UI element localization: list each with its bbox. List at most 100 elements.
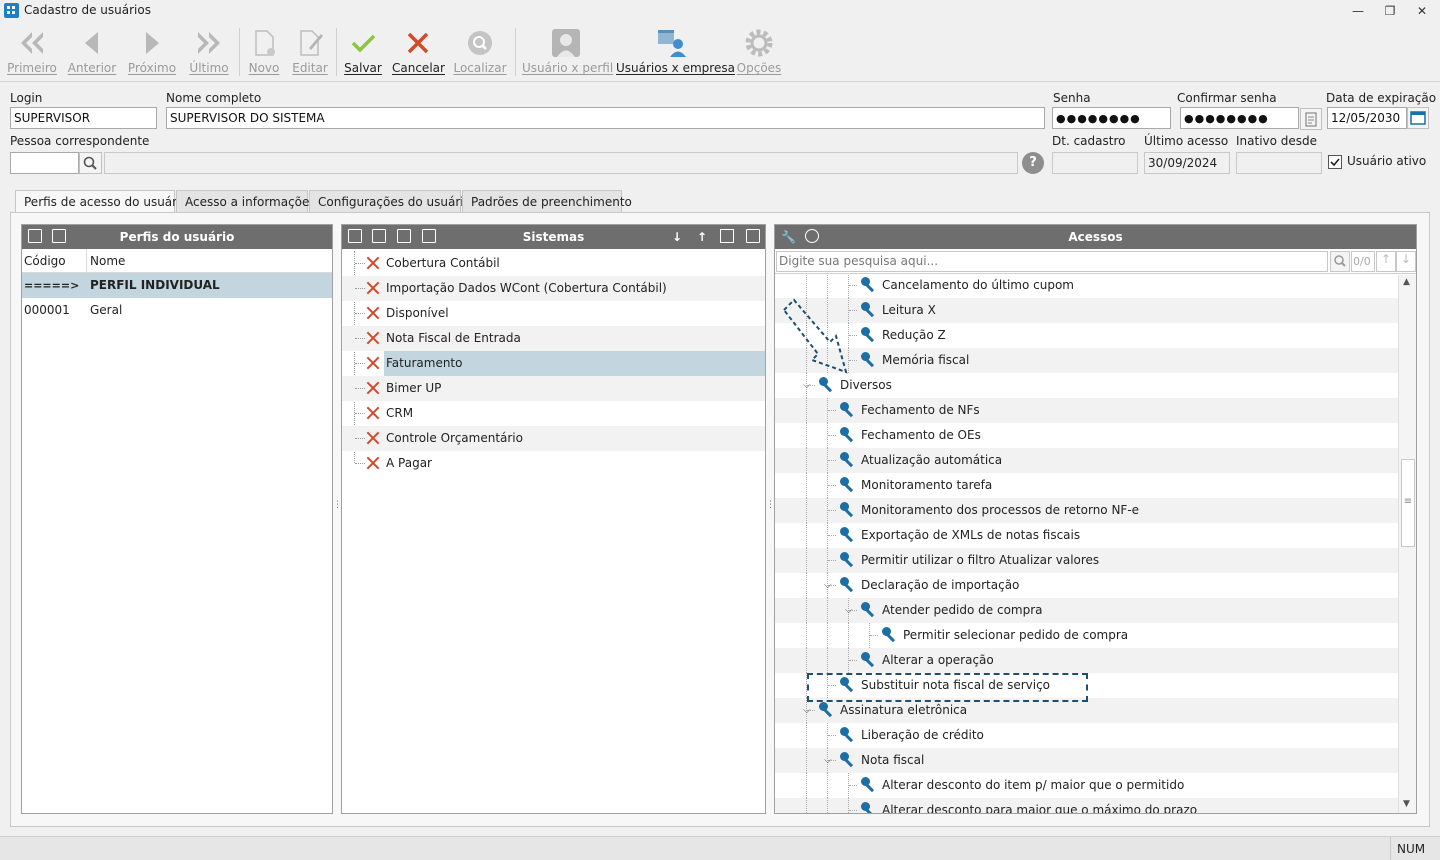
save-button[interactable]: Salvar [342, 28, 384, 80]
tree-item[interactable]: Permitir utilizar o filtro Atualizar val… [775, 548, 1398, 573]
tree-item[interactable]: Memória fiscal [775, 348, 1398, 373]
tree-item[interactable]: Alterar a operação [775, 648, 1398, 673]
tree-item[interactable]: Cancelamento do último cupom [775, 275, 1398, 298]
clipboard-button[interactable] [1300, 108, 1322, 130]
scrollbar-thumb[interactable]: ≡ [1401, 459, 1415, 547]
access-search-input[interactable]: Digite sua pesquisa aqui... [776, 251, 1328, 272]
tree-item[interactable]: ⌵ Nota fiscal [775, 748, 1398, 773]
search-button[interactable] [1330, 251, 1350, 272]
denied-x-icon[interactable] [366, 256, 380, 270]
find-button[interactable]: Localizar [452, 28, 508, 80]
next-result-icon[interactable]: ↓ [1396, 251, 1416, 272]
tab-user-settings[interactable]: Configurações do usuário [309, 190, 471, 213]
tab-info-access[interactable]: Acesso a informações [176, 190, 316, 213]
denied-x-icon[interactable] [366, 331, 380, 345]
remove-icon[interactable] [52, 229, 66, 243]
table-row[interactable]: =====> PERFIL INDIVIDUAL [22, 273, 332, 298]
calendar-button[interactable] [1407, 107, 1429, 129]
list-item[interactable]: Cobertura Contábil [342, 251, 765, 276]
edit-button[interactable]: Editar [290, 28, 330, 80]
list-item[interactable]: A Pagar [342, 451, 765, 476]
denied-x-icon[interactable] [366, 281, 380, 295]
list-item[interactable]: Importação Dados WCont (Cobertura Contáb… [342, 276, 765, 301]
user-profile-button[interactable]: Usuário x perfil [522, 28, 613, 80]
fullname-input[interactable]: SUPERVISOR DO SISTEMA [166, 107, 1045, 129]
folders-icon[interactable] [746, 229, 760, 243]
last-button[interactable]: Último [184, 28, 234, 80]
denied-x-icon[interactable] [366, 381, 380, 395]
scrollbar[interactable]: ▲ ≡ ▼ [1398, 275, 1416, 813]
minimize-button[interactable]: — [1348, 2, 1368, 20]
tree-item[interactable]: Monitoramento dos processos de retorno N… [775, 498, 1398, 523]
login-input[interactable]: SUPERVISOR [10, 107, 157, 129]
tree-item[interactable]: Alterar desconto do item p/ maior que o … [775, 773, 1398, 798]
tree-item[interactable]: Fechamento de NFs [775, 398, 1398, 423]
list-item[interactable]: Nota Fiscal de Entrada [342, 326, 765, 351]
tree-item[interactable]: ⌵ Atender pedido de compra [775, 598, 1398, 623]
folder-icon[interactable] [720, 229, 734, 243]
tree-item[interactable]: Leitura X [775, 298, 1398, 323]
list-item[interactable]: Faturamento [342, 351, 765, 376]
arrow-up-icon[interactable]: ↑ [697, 225, 707, 249]
tree-item[interactable]: Liberação de crédito [775, 723, 1398, 748]
edit-icon[interactable] [372, 229, 386, 243]
arrow-down-icon[interactable]: ↓ [672, 225, 682, 249]
list-item[interactable]: Bimer UP [342, 376, 765, 401]
scroll-down-icon[interactable]: ▼ [1403, 799, 1410, 809]
tree-item[interactable]: Redução Z [775, 323, 1398, 348]
active-checkbox[interactable] [1328, 155, 1342, 169]
search-icon [83, 156, 97, 170]
no-entry-icon[interactable] [805, 229, 819, 243]
wrench-icon[interactable]: 🔧 [781, 225, 796, 249]
tree-item[interactable]: ⌵ Diversos [775, 373, 1398, 398]
tab-access-profiles[interactable]: Perfis de acesso do usuário [15, 190, 188, 214]
help-icon[interactable]: ? [1022, 152, 1044, 174]
tree-item[interactable]: Exportação de XMLs de notas fiscais [775, 523, 1398, 548]
previous-result-icon[interactable]: ↑ [1376, 251, 1396, 272]
restore-button[interactable]: ❐ [1380, 2, 1400, 20]
person-code-input[interactable] [10, 152, 79, 174]
splitter-handle-left[interactable]: ⋮ [333, 500, 342, 538]
close-window-button[interactable]: ✕ [1412, 2, 1432, 20]
chevron-down-icon[interactable]: ⌵ [824, 748, 834, 773]
profiles-column-header: Código Nome [22, 249, 332, 273]
tree-item[interactable]: ⌵ Declaração de importação [775, 573, 1398, 598]
status-bar: NUM [0, 836, 1440, 860]
denied-x-icon[interactable] [366, 431, 380, 445]
list-item[interactable]: CRM [342, 401, 765, 426]
tree-item[interactable]: Permitir selecionar pedido de compra [775, 623, 1398, 648]
splitter-handle-right[interactable]: ⋮ [766, 500, 775, 538]
password-input[interactable]: ●●●●●●●● [1052, 107, 1171, 129]
list-icon[interactable] [422, 229, 436, 243]
table-row[interactable]: 000001 Geral [22, 298, 332, 323]
tree-item[interactable]: Monitoramento tarefa [775, 473, 1398, 498]
expiration-date-input[interactable]: 12/05/2030 [1327, 107, 1407, 129]
add-icon[interactable] [348, 229, 362, 243]
scroll-up-icon[interactable]: ▲ [1403, 277, 1410, 287]
user-company-button[interactable]: Usuários x empresa [616, 28, 735, 80]
previous-button[interactable]: Anterior [66, 28, 118, 80]
tree-item[interactable]: Fechamento de OEs [775, 423, 1398, 448]
chevron-down-icon[interactable]: ⌵ [824, 573, 834, 598]
chevron-down-icon[interactable]: ⌵ [845, 598, 855, 623]
next-button[interactable]: Próximo [126, 28, 178, 80]
denied-x-icon[interactable] [366, 306, 380, 320]
denied-x-icon[interactable] [366, 356, 380, 370]
new-button[interactable]: Novo [244, 28, 284, 80]
tree-item[interactable]: Atualização automática [775, 448, 1398, 473]
cancel-button[interactable]: Cancelar [392, 28, 445, 80]
tab-fill-defaults[interactable]: Padrões de preenchimento [462, 190, 632, 213]
confirm-password-input[interactable]: ●●●●●●●● [1180, 107, 1299, 129]
add-icon[interactable] [28, 229, 42, 243]
list-item[interactable]: Controle Orçamentário [342, 426, 765, 451]
person-search-button[interactable] [79, 152, 102, 174]
list-item[interactable]: Disponível [342, 301, 765, 326]
denied-x-icon[interactable] [366, 456, 380, 470]
column-name[interactable]: Nome [90, 254, 125, 268]
column-code[interactable]: Código [24, 254, 66, 268]
options-button[interactable]: Opções [734, 28, 784, 80]
denied-x-icon[interactable] [366, 406, 380, 420]
first-button[interactable]: Primeiro [6, 28, 58, 80]
remove-icon[interactable] [397, 229, 411, 243]
tree-item[interactable]: Alterar desconto para maior que o máximo… [775, 798, 1398, 813]
